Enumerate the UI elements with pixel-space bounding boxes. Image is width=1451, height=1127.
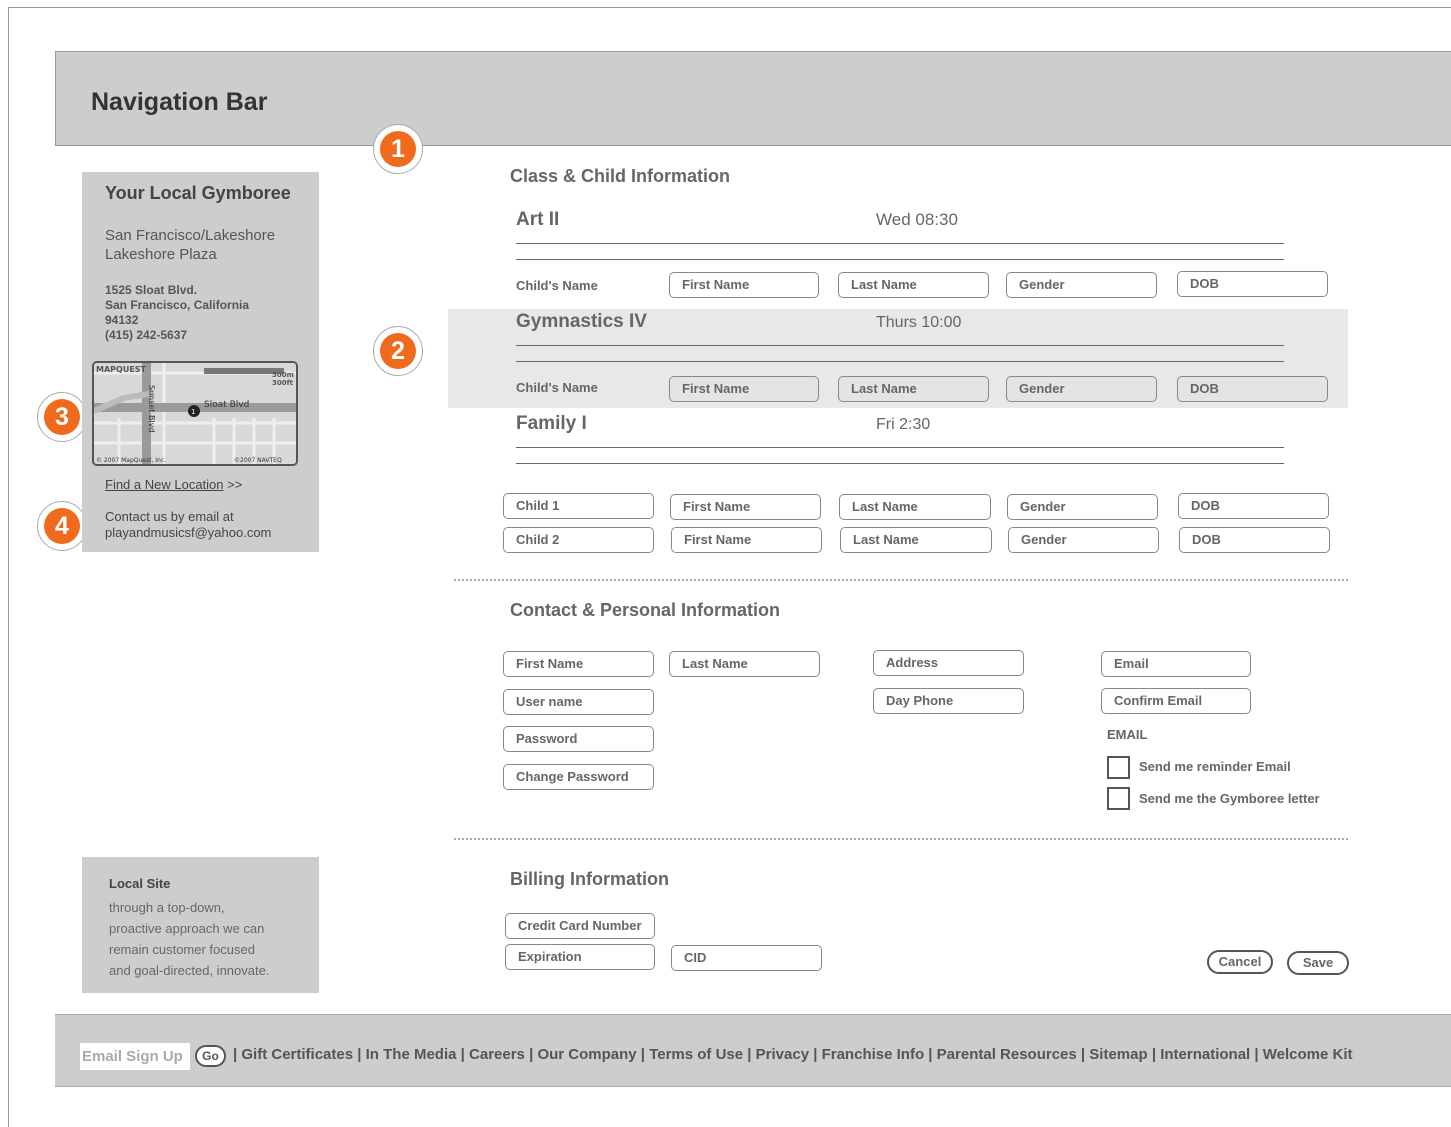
svg-text:MAPQUEST: MAPQUEST bbox=[96, 365, 147, 374]
svg-text:300m: 300m bbox=[272, 371, 294, 379]
divider bbox=[516, 259, 1284, 260]
last-name-field[interactable]: Last Name bbox=[839, 494, 991, 520]
gender-field[interactable]: Gender bbox=[1007, 494, 1158, 520]
reminder-email-checkbox[interactable] bbox=[1107, 756, 1130, 779]
email-field[interactable]: Email bbox=[1101, 651, 1251, 677]
childs-name-label: Child's Name bbox=[516, 380, 598, 395]
annotation-badge-1: 1 bbox=[373, 124, 423, 174]
footer-link-parental-resources[interactable]: Parental Resources bbox=[937, 1046, 1077, 1063]
email-heading: EMAIL bbox=[1107, 727, 1148, 742]
first-name-field[interactable]: First Name bbox=[669, 272, 819, 298]
first-name-field[interactable]: First Name bbox=[670, 494, 821, 520]
local-site-panel: Local Site through a top-down, proactive… bbox=[82, 857, 319, 993]
last-name-field[interactable]: Last Name bbox=[669, 651, 820, 677]
street-address: 1525 Sloat Blvd. San Francisco, Californ… bbox=[105, 283, 250, 342]
footer-link-franchise-info[interactable]: Franchise Info bbox=[822, 1046, 925, 1063]
reminder-email-label: Send me reminder Email bbox=[1139, 759, 1291, 774]
childs-name-label: Child's Name bbox=[516, 278, 598, 293]
class-name-2: Gymnastics IV bbox=[516, 311, 647, 332]
child-1-field[interactable]: Child 1 bbox=[503, 493, 654, 519]
class-section-title: Class & Child Information bbox=[510, 166, 731, 186]
navigation-bar: Navigation Bar bbox=[55, 51, 1451, 146]
panel-title: Your Local Gymboree bbox=[105, 183, 291, 203]
gender-field[interactable]: Gender bbox=[1006, 272, 1157, 298]
last-name-field[interactable]: Last Name bbox=[840, 527, 992, 553]
annotation-badge-3: 3 bbox=[37, 392, 87, 442]
gender-field[interactable]: Gender bbox=[1008, 527, 1159, 553]
footer-link-welcome-kit[interactable]: Welcome Kit bbox=[1263, 1046, 1353, 1063]
day-phone-field[interactable]: Day Phone bbox=[873, 688, 1024, 714]
first-name-field[interactable]: First Name bbox=[669, 376, 819, 402]
cancel-button[interactable]: Cancel bbox=[1207, 950, 1273, 974]
dob-field[interactable]: DOB bbox=[1178, 493, 1329, 519]
footer-link-sitemap[interactable]: Sitemap bbox=[1089, 1046, 1147, 1063]
footer-link-privacy[interactable]: Privacy bbox=[756, 1046, 809, 1063]
change-password-field[interactable]: Change Password bbox=[503, 764, 654, 790]
child-2-field[interactable]: Child 2 bbox=[503, 527, 654, 553]
user-name-field[interactable]: User name bbox=[503, 689, 654, 715]
divider bbox=[516, 361, 1284, 362]
footer-link-terms-of-use[interactable]: Terms of Use bbox=[649, 1046, 743, 1063]
annotation-badge-2: 2 bbox=[373, 326, 423, 376]
svg-text:Sunset Blvd: Sunset Blvd bbox=[147, 385, 156, 433]
class-name-1: Art II bbox=[516, 209, 560, 230]
password-field[interactable]: Password bbox=[503, 726, 654, 752]
class-time-1: Wed 08:30 bbox=[876, 210, 958, 229]
email-address-link[interactable]: playandmusicsf@yahoo.com bbox=[105, 525, 271, 541]
svg-text:1: 1 bbox=[191, 408, 195, 416]
last-name-field[interactable]: Last Name bbox=[838, 272, 989, 298]
class-name-3: Family I bbox=[516, 413, 587, 434]
location-name: San Francisco/Lakeshore Lakeshore Plaza bbox=[105, 227, 276, 263]
address-field[interactable]: Address bbox=[873, 650, 1024, 676]
dob-field[interactable]: DOB bbox=[1177, 271, 1328, 297]
section-divider bbox=[454, 579, 1348, 581]
dob-field[interactable]: DOB bbox=[1179, 527, 1330, 553]
divider bbox=[516, 243, 1284, 244]
credit-card-field[interactable]: Credit Card Number bbox=[505, 913, 655, 939]
divider bbox=[516, 447, 1284, 448]
divider bbox=[516, 345, 1284, 346]
section-divider bbox=[454, 838, 1348, 840]
divider bbox=[516, 463, 1284, 464]
footer-link-our-company[interactable]: Our Company bbox=[537, 1046, 636, 1063]
local-site-title: Local Site bbox=[109, 876, 171, 891]
cid-field[interactable]: CID bbox=[671, 945, 822, 971]
contact-email: Contact us by email at playandmusicsf@ya… bbox=[105, 509, 272, 541]
location-map[interactable]: MAPQUEST 300m 300ft Sloat Blvd Sunset Bl… bbox=[92, 361, 298, 466]
last-name-field[interactable]: Last Name bbox=[838, 376, 989, 402]
gymboree-letter-label: Send me the Gymboree letter bbox=[1139, 791, 1320, 806]
first-name-field[interactable]: First Name bbox=[503, 651, 654, 677]
footer-link-in-the-media[interactable]: In The Media bbox=[366, 1046, 457, 1063]
confirm-email-field[interactable]: Confirm Email bbox=[1101, 688, 1251, 714]
local-site-description: through a top-down, proactive approach w… bbox=[109, 900, 270, 978]
class-time-3: Fri 2:30 bbox=[876, 416, 931, 433]
footer-bar: Email Sign Up Go | Gift Certificates | I… bbox=[55, 1014, 1451, 1087]
expiration-field[interactable]: Expiration bbox=[505, 944, 655, 970]
contact-section-title: Contact & Personal Information bbox=[510, 600, 781, 620]
email-signup-input[interactable]: Email Sign Up bbox=[80, 1043, 190, 1070]
go-button[interactable]: Go bbox=[195, 1045, 226, 1067]
nav-title: Navigation Bar bbox=[91, 88, 268, 116]
map-graphic: MAPQUEST 300m 300ft Sloat Blvd Sunset Bl… bbox=[94, 363, 296, 464]
first-name-field[interactable]: First Name bbox=[671, 527, 822, 553]
gymboree-letter-checkbox[interactable] bbox=[1107, 787, 1130, 810]
svg-text:Sloat Blvd: Sloat Blvd bbox=[204, 400, 249, 410]
footer-link-gift-certificates[interactable]: Gift Certificates bbox=[241, 1046, 353, 1063]
dob-field[interactable]: DOB bbox=[1177, 376, 1328, 402]
svg-text:©2007 NAVTEQ: ©2007 NAVTEQ bbox=[234, 457, 282, 464]
footer-links: | Gift Certificates | In The Media | Car… bbox=[233, 1046, 1353, 1063]
svg-text:300ft: 300ft bbox=[272, 379, 294, 387]
annotation-badge-4: 4 bbox=[37, 501, 87, 551]
save-button[interactable]: Save bbox=[1287, 951, 1349, 975]
find-location-link[interactable]: Find a New Location >> bbox=[105, 477, 242, 492]
gender-field[interactable]: Gender bbox=[1006, 376, 1157, 402]
billing-section-title: Billing Information bbox=[510, 869, 669, 889]
footer-link-international[interactable]: International bbox=[1160, 1046, 1250, 1063]
class-time-2: Thurs 10:00 bbox=[876, 314, 962, 331]
svg-text:© 2007 MapQuest, Inc.: © 2007 MapQuest, Inc. bbox=[96, 457, 166, 464]
footer-link-careers[interactable]: Careers bbox=[469, 1046, 525, 1063]
local-gymboree-panel: Your Local Gymboree San Francisco/Lakesh… bbox=[82, 172, 319, 552]
